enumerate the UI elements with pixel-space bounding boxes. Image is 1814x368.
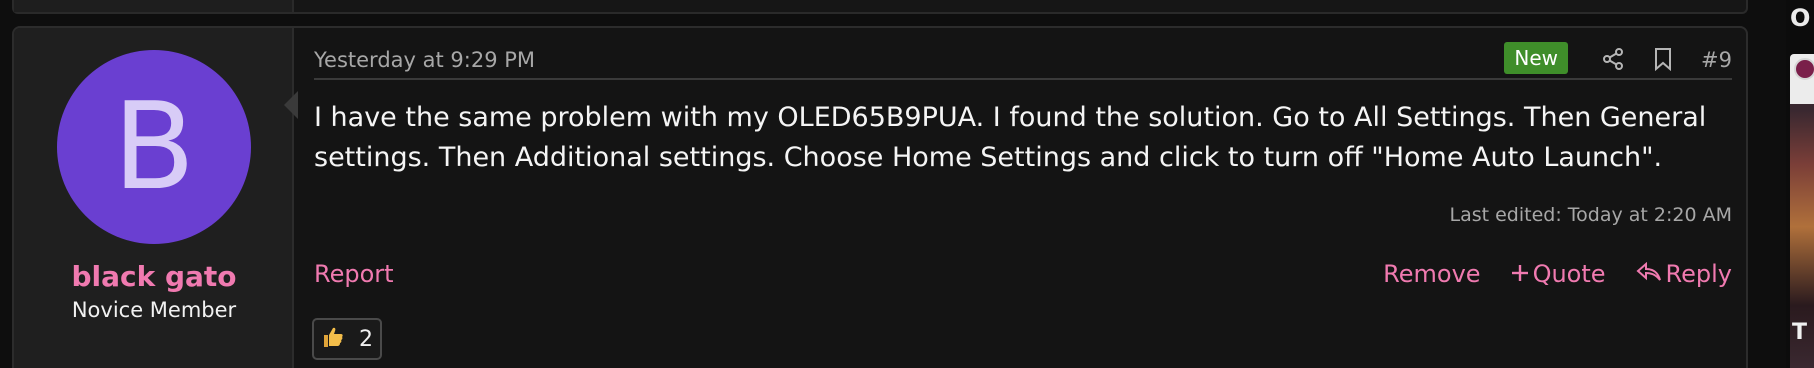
post-main: Yesterday at 9:29 PM New #9 I have the s…	[312, 28, 1732, 368]
post-action-group: Remove Quote Reply	[1383, 260, 1732, 288]
sidebar-heading-fragment: O	[1790, 4, 1811, 32]
forum-post: B black gato Novice Member Yesterday at …	[12, 26, 1748, 368]
reply-label: Reply	[1665, 260, 1732, 288]
post-timestamp[interactable]: Yesterday at 9:29 PM	[314, 48, 535, 72]
avatar[interactable]: B	[57, 50, 251, 244]
remove-link[interactable]: Remove	[1383, 260, 1480, 288]
avatar-letter: B	[112, 77, 196, 217]
bookmark-icon[interactable]	[1648, 44, 1678, 74]
reaction-summary[interactable]: 2	[312, 318, 382, 360]
previous-post-user-cell	[14, 0, 294, 12]
share-icon[interactable]	[1598, 44, 1628, 74]
last-edited-note[interactable]: Last edited: Today at 2:20 AM	[1449, 204, 1732, 226]
quote-button[interactable]: Quote	[1511, 260, 1606, 288]
quote-label: Quote	[1532, 260, 1606, 288]
remove-label: Remove	[1383, 260, 1481, 288]
post-header: Yesterday at 9:29 PM New #9	[314, 42, 1732, 80]
post-user-cell: B black gato Novice Member	[14, 28, 294, 368]
sidebar-logo-icon	[1794, 58, 1814, 80]
user-title: Novice Member	[71, 298, 237, 322]
post-actions: Report Remove Quote Reply	[314, 260, 1732, 296]
reply-arrow-icon	[1636, 260, 1662, 288]
sidebar-thumbnail-caption: T	[1792, 320, 1808, 345]
reply-button[interactable]: Reply	[1636, 260, 1732, 288]
new-badge: New	[1504, 42, 1568, 74]
post-pointer-arrow	[284, 91, 298, 119]
post-number-link[interactable]: #9	[1701, 48, 1732, 72]
plus-icon	[1511, 260, 1529, 288]
previous-post-fragment	[12, 0, 1748, 14]
thumbs-up-icon	[321, 325, 345, 353]
post-body: I have the same problem with my OLED65B9…	[314, 102, 1707, 173]
report-link[interactable]: Report	[314, 260, 394, 288]
reaction-count: 2	[359, 326, 373, 352]
username-link[interactable]: black gato	[14, 260, 294, 293]
